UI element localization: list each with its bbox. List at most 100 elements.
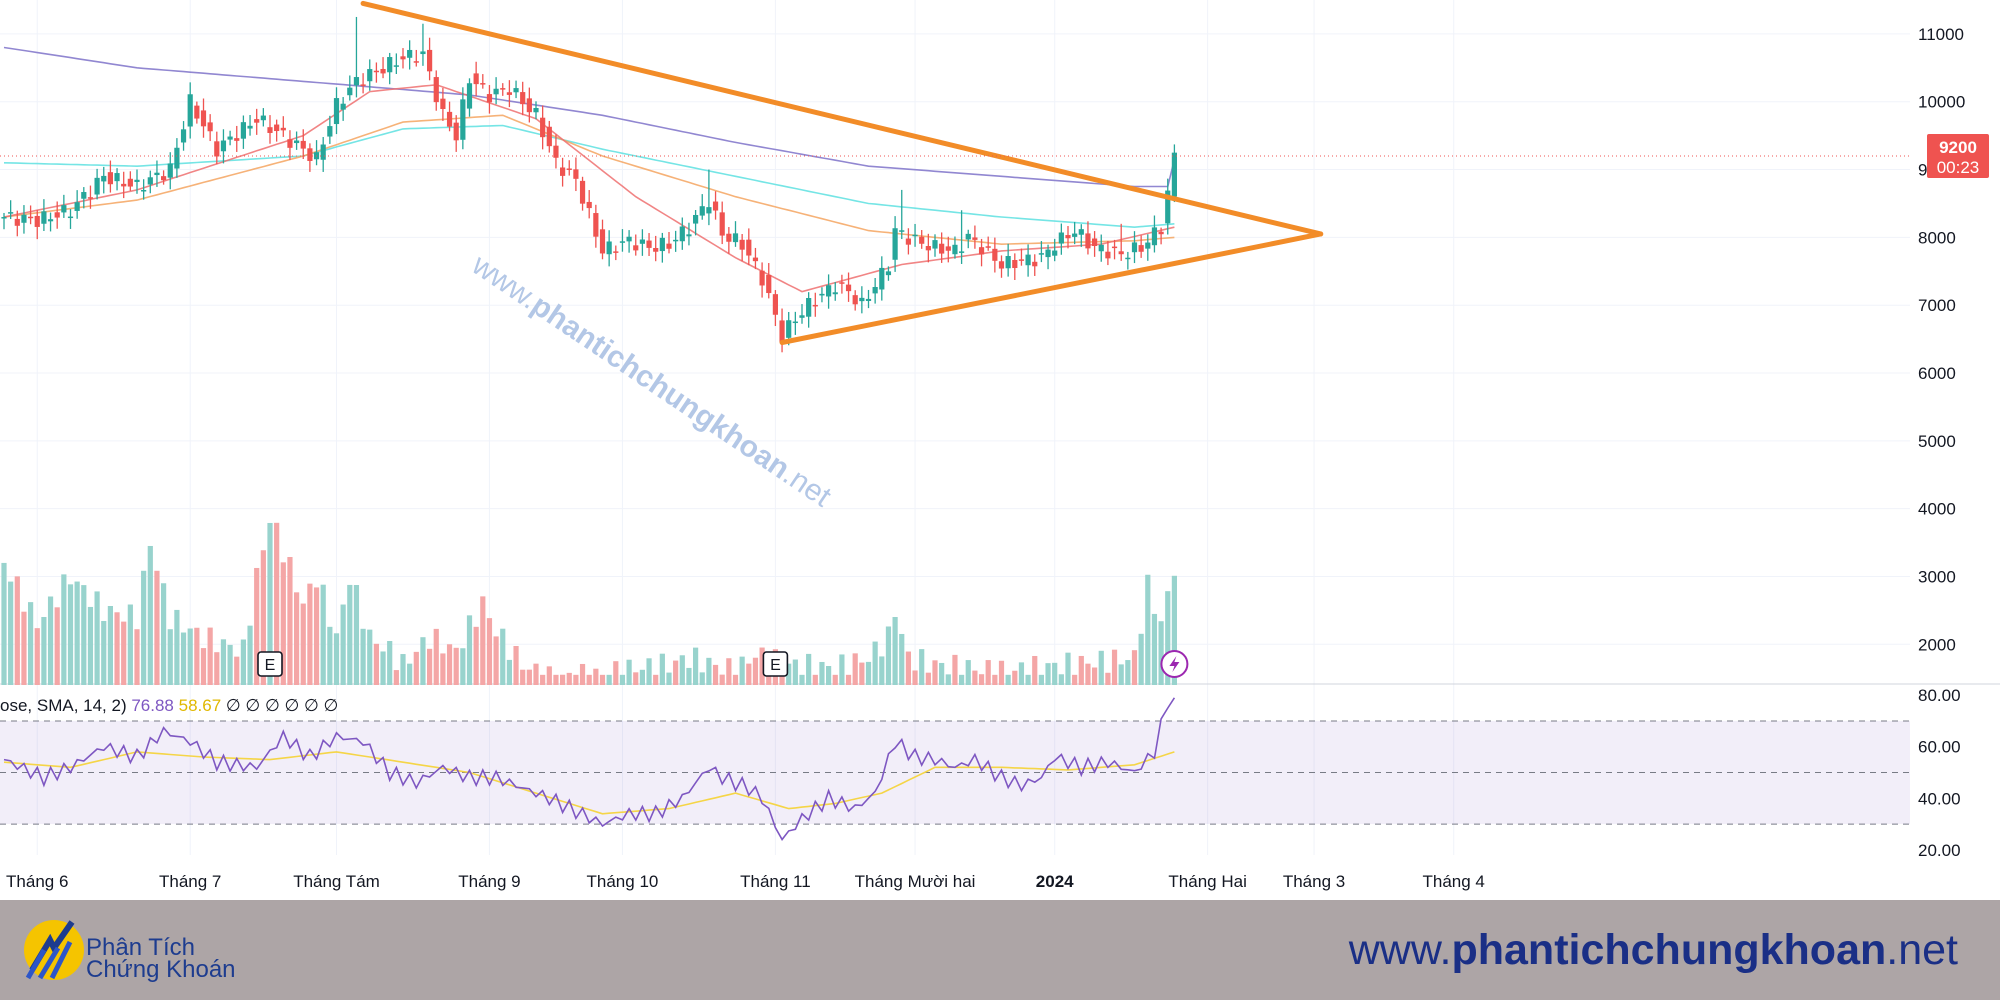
candle — [1118, 223, 1124, 261]
time-axis[interactable]: Tháng 6 Tháng 7 Tháng Tám Tháng 9 Tháng 10 Th… — [6, 872, 1485, 891]
candle — [393, 53, 399, 75]
volume-bar — [240, 639, 246, 685]
candle — [925, 233, 931, 263]
price-chart[interactable]: 1100010000900080007000600050004000300020… — [0, 0, 2000, 900]
volume-bar — [1158, 621, 1164, 685]
candle — [294, 131, 300, 150]
volume-bar — [932, 660, 938, 685]
volume-bar — [865, 661, 872, 685]
volume-bar — [879, 656, 885, 685]
candle — [679, 217, 685, 250]
candle — [586, 190, 592, 219]
candle — [899, 189, 905, 240]
volume-bar — [473, 626, 479, 685]
price-axis[interactable]: 1100010000900080007000600050004000300020… — [1918, 25, 1989, 654]
volume-bar — [1078, 655, 1084, 685]
candle — [1151, 215, 1158, 253]
candle-body — [460, 99, 466, 140]
volume-bar — [127, 604, 133, 685]
candle-body — [380, 68, 386, 74]
price-tick-label: 7000 — [1918, 296, 1956, 315]
volume-bar — [1012, 670, 1018, 685]
candle-body — [839, 282, 845, 284]
volume-bar — [712, 664, 719, 685]
candle-body — [194, 105, 200, 119]
candle — [340, 97, 346, 121]
candle — [752, 247, 759, 270]
volume-bar — [307, 583, 313, 685]
rsi-tick-label: 20.00 — [1918, 841, 1961, 860]
time-tick-label: Tháng 6 — [6, 872, 68, 891]
watermark: www.phantichchungkhoan.net — [465, 248, 837, 514]
candle-body — [506, 92, 512, 95]
price-tick-label: 6000 — [1918, 364, 1956, 383]
volume-bar — [194, 627, 200, 685]
price-tick-label: 11000 — [1918, 25, 1964, 44]
volume-bar — [34, 628, 40, 685]
candle-body — [320, 144, 326, 160]
volume-bar — [187, 628, 193, 685]
candle — [872, 277, 878, 304]
candle — [772, 290, 778, 327]
candle-body — [1032, 261, 1038, 267]
candle-body — [114, 173, 120, 182]
volume-bar — [1018, 662, 1025, 685]
candle — [234, 125, 240, 152]
candle — [21, 205, 27, 234]
candle — [500, 83, 506, 96]
candle-body — [546, 126, 552, 147]
candle — [1171, 144, 1177, 203]
candles[interactable] — [1, 16, 1177, 353]
candle — [520, 81, 526, 116]
candle — [413, 49, 419, 67]
candle — [320, 137, 326, 172]
candle-body — [393, 65, 399, 67]
volume-bar — [959, 674, 965, 685]
volume-bar — [739, 656, 745, 685]
candle — [792, 311, 798, 335]
rsi-legend-value: 76.88 — [131, 696, 178, 715]
volume-bar — [407, 663, 413, 685]
candle-body — [214, 141, 220, 157]
volume-bar — [200, 648, 207, 685]
time-tick-label: Tháng 10 — [587, 872, 659, 891]
volume-bar — [340, 604, 346, 685]
candle — [646, 233, 652, 256]
volume-bar — [892, 617, 898, 685]
candle-body — [101, 175, 107, 182]
logo-chart-icon — [24, 920, 84, 980]
candle-body — [533, 108, 539, 113]
candle-body — [553, 145, 559, 158]
rsi-pane[interactable]: 80.00 60.00 40.00 20.00 ose, SMA, 14, 2) 76.… — [0, 686, 1961, 860]
volume-bar — [121, 621, 127, 685]
site-url[interactable]: www.phantichchungkhoan.net — [1349, 926, 1958, 975]
candle — [187, 82, 193, 139]
volume-bar — [14, 576, 20, 685]
candle — [453, 115, 459, 152]
candle-body — [566, 168, 572, 170]
time-tick-label: Tháng 3 — [1283, 872, 1345, 891]
volume-bar — [978, 674, 985, 685]
candle — [141, 179, 147, 200]
volume-bar — [313, 587, 320, 685]
time-tick-label: Tháng Mười hai — [855, 872, 976, 891]
candle-body — [1012, 260, 1018, 269]
volume-bar — [965, 660, 971, 685]
candle — [333, 87, 340, 135]
candle-body — [107, 172, 113, 185]
volume-bar — [21, 611, 27, 685]
volume-bar — [107, 606, 113, 685]
candle — [214, 131, 220, 165]
candle-body — [240, 122, 246, 139]
candle-body — [200, 110, 207, 127]
candle — [480, 74, 486, 89]
candle-body — [353, 77, 360, 86]
volume-bar — [726, 658, 732, 685]
volume-bar — [466, 615, 473, 685]
volume-bar — [1118, 664, 1124, 685]
candle-body — [579, 180, 586, 204]
volume-bar — [566, 672, 572, 685]
candle — [407, 40, 413, 70]
candle — [460, 87, 466, 150]
volume-bar — [579, 663, 586, 685]
